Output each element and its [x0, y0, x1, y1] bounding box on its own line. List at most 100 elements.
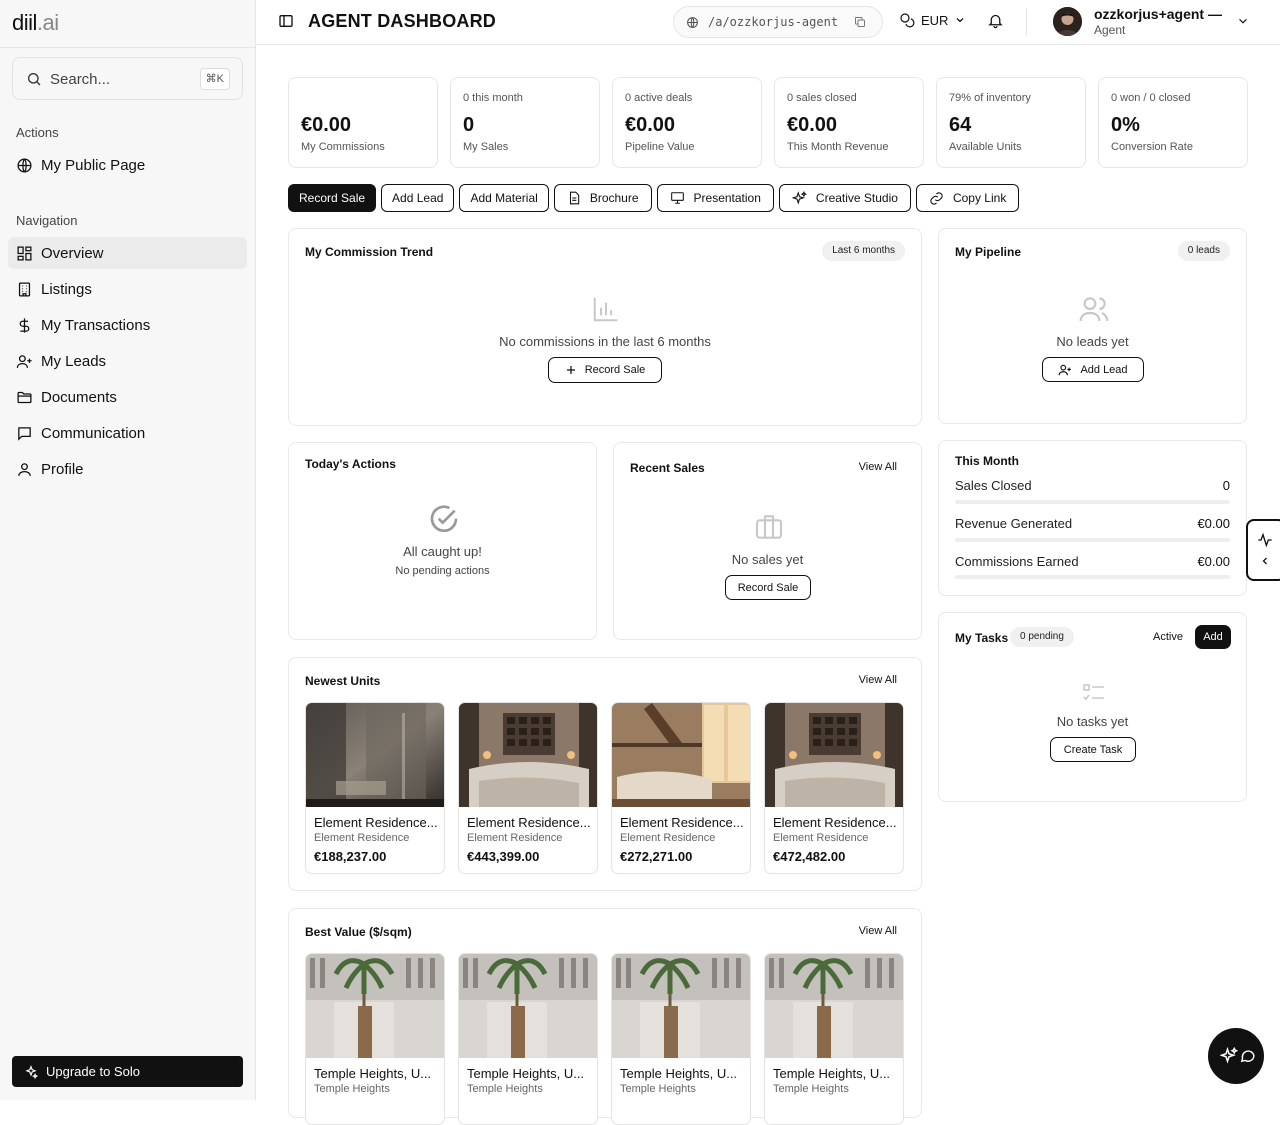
view-all-link[interactable]: View All	[859, 461, 897, 473]
upgrade-button[interactable]: Upgrade to Solo	[12, 1056, 243, 1087]
best-value-card: Best Value ($/sqm) View All Temple Heigh…	[288, 908, 922, 1125]
presentation-button[interactable]: Presentation	[656, 184, 774, 212]
row-value: €0.00	[1197, 554, 1230, 569]
copy-link-button[interactable]: Copy Link	[915, 184, 1020, 212]
record-sale-button[interactable]: Record Sale	[288, 184, 377, 212]
public-url-pill[interactable]: /a/ozzkorjus-agent	[673, 6, 883, 38]
grid-icon	[17, 245, 32, 261]
empty-message: All caught up!	[403, 544, 482, 559]
unit-name: Temple Heights, U...	[467, 1066, 585, 1081]
unit-name: Temple Heights, U...	[773, 1066, 891, 1081]
empty-message: No commissions in the last 6 months	[499, 334, 711, 349]
add-task-button[interactable]: Add	[1195, 625, 1231, 649]
row-value: 0	[1222, 478, 1230, 493]
copy-icon[interactable]	[854, 16, 866, 28]
range-badge[interactable]: Last 6 months	[822, 241, 905, 261]
user-plus-icon	[1059, 364, 1072, 375]
sidebar-item-label: Profile	[41, 460, 84, 478]
search-input[interactable]: Search... ⌘K	[12, 57, 243, 100]
navigation-label: Navigation	[16, 213, 78, 228]
building-exterior-photo	[306, 954, 444, 1058]
sidebar-item-public-page[interactable]: My Public Page	[8, 149, 247, 181]
page-title: AGENT DASHBOARD	[308, 11, 497, 31]
unit-card[interactable]: Temple Heights, U... Temple Heights	[305, 953, 445, 1125]
currency-value: EUR	[921, 12, 949, 28]
progress-bar	[955, 575, 1230, 579]
stat-label: My Sales	[463, 141, 509, 153]
active-filter[interactable]: Active	[1153, 631, 1183, 643]
empty-message: No leads yet	[1056, 334, 1129, 349]
brochure-button[interactable]: Brochure	[553, 184, 652, 212]
logo[interactable]: diil.ai	[12, 10, 59, 36]
sparkles-icon	[791, 190, 807, 205]
empty-message: No tasks yet	[1056, 714, 1129, 729]
add-material-button[interactable]: Add Material	[459, 184, 549, 212]
avatar[interactable]	[1053, 7, 1082, 36]
sidebar-item-label: Listings	[41, 280, 92, 298]
unit-name: Element Residence...	[314, 815, 438, 830]
sidebar-item-transactions[interactable]: My Transactions	[8, 309, 247, 341]
user-name[interactable]: ozzkorjus+agent —	[1094, 6, 1222, 22]
sidebar-item-overview[interactable]: Overview	[8, 237, 247, 269]
sidebar-item-label: Documents	[41, 388, 117, 406]
logo-main: diil	[12, 10, 37, 35]
month-row-commissions: Commissions Earned €0.00	[955, 554, 1230, 569]
unit-card[interactable]: Temple Heights, U... Temple Heights	[458, 953, 598, 1125]
message-icon	[18, 426, 31, 441]
unit-project: Element Residence	[773, 832, 869, 844]
newest-units-card: Newest Units View All Element Residence.…	[288, 657, 922, 891]
view-all-link[interactable]: View All	[859, 674, 897, 686]
sidebar-toggle-icon[interactable]	[278, 13, 294, 29]
button-label: Add Lead	[1080, 363, 1128, 376]
card-title: My Commission Trend	[305, 245, 434, 259]
sidebar-item-communication[interactable]: Communication	[8, 417, 247, 449]
sidebar: diil.ai Search... ⌘K Actions My Public P…	[0, 0, 256, 1100]
unit-card[interactable]: Element Residence... Element Residence €…	[305, 702, 445, 874]
create-task-button[interactable]: Create Task	[1050, 737, 1136, 762]
unit-card[interactable]: Temple Heights, U... Temple Heights	[764, 953, 904, 1125]
sidebar-item-leads[interactable]: My Leads	[8, 345, 247, 377]
stat-value: €0.00	[787, 114, 838, 136]
building-icon	[18, 281, 31, 297]
stat-sub: 79% of inventory	[949, 92, 1031, 104]
assistant-chat-button[interactable]	[1208, 1028, 1264, 1084]
creative-studio-button[interactable]: Creative Studio	[778, 184, 911, 212]
record-sale-button[interactable]: Record Sale	[725, 575, 811, 600]
stat-label: Conversion Rate	[1111, 141, 1193, 153]
unit-card[interactable]: Element Residence... Element Residence €…	[764, 702, 904, 874]
unit-name: Element Residence...	[773, 815, 897, 830]
card-title: Best Value ($/sqm)	[305, 925, 412, 939]
add-lead-button[interactable]: Add Lead	[381, 184, 455, 212]
divider	[0, 47, 256, 48]
activity-panel-tab[interactable]	[1246, 519, 1280, 581]
sidebar-item-label: Communication	[41, 424, 146, 442]
building-exterior-photo	[765, 954, 903, 1058]
card-title: My Tasks	[955, 631, 1009, 645]
currency-select[interactable]: EUR	[899, 12, 966, 28]
chevron-down-icon[interactable]	[1236, 14, 1250, 28]
card-title: My Pipeline	[955, 245, 1022, 259]
unit-card[interactable]: Element Residence... Element Residence €…	[458, 702, 598, 874]
avatar-image	[1053, 7, 1082, 36]
view-all-link[interactable]: View All	[859, 925, 897, 937]
sidebar-item-profile[interactable]: Profile	[8, 453, 247, 485]
globe-icon	[17, 157, 32, 173]
unit-price: €188,237.00	[314, 849, 387, 864]
sidebar-item-documents[interactable]: Documents	[8, 381, 247, 413]
unit-price: €472,482.00	[773, 849, 846, 864]
sidebar-item-listings[interactable]: Listings	[8, 273, 247, 305]
progress-bar	[955, 538, 1230, 542]
unit-card[interactable]: Temple Heights, U... Temple Heights	[611, 953, 751, 1125]
sidebar-item-label: My Leads	[41, 352, 107, 370]
presentation-icon	[670, 192, 684, 204]
record-sale-button[interactable]: Record Sale	[548, 357, 662, 383]
row-label: Commissions Earned	[955, 554, 1079, 569]
stat-sub: 0 this month	[463, 92, 523, 104]
document-icon	[569, 191, 580, 205]
chevron-left-icon	[1262, 557, 1267, 565]
bell-icon[interactable]	[987, 12, 1004, 29]
sparkles-icon	[25, 1064, 38, 1079]
tasks-card: My Tasks 0 pending Active Add No tasks y…	[938, 612, 1247, 802]
add-lead-button[interactable]: Add Lead	[1042, 357, 1144, 382]
unit-card[interactable]: Element Residence... Element Residence €…	[611, 702, 751, 874]
